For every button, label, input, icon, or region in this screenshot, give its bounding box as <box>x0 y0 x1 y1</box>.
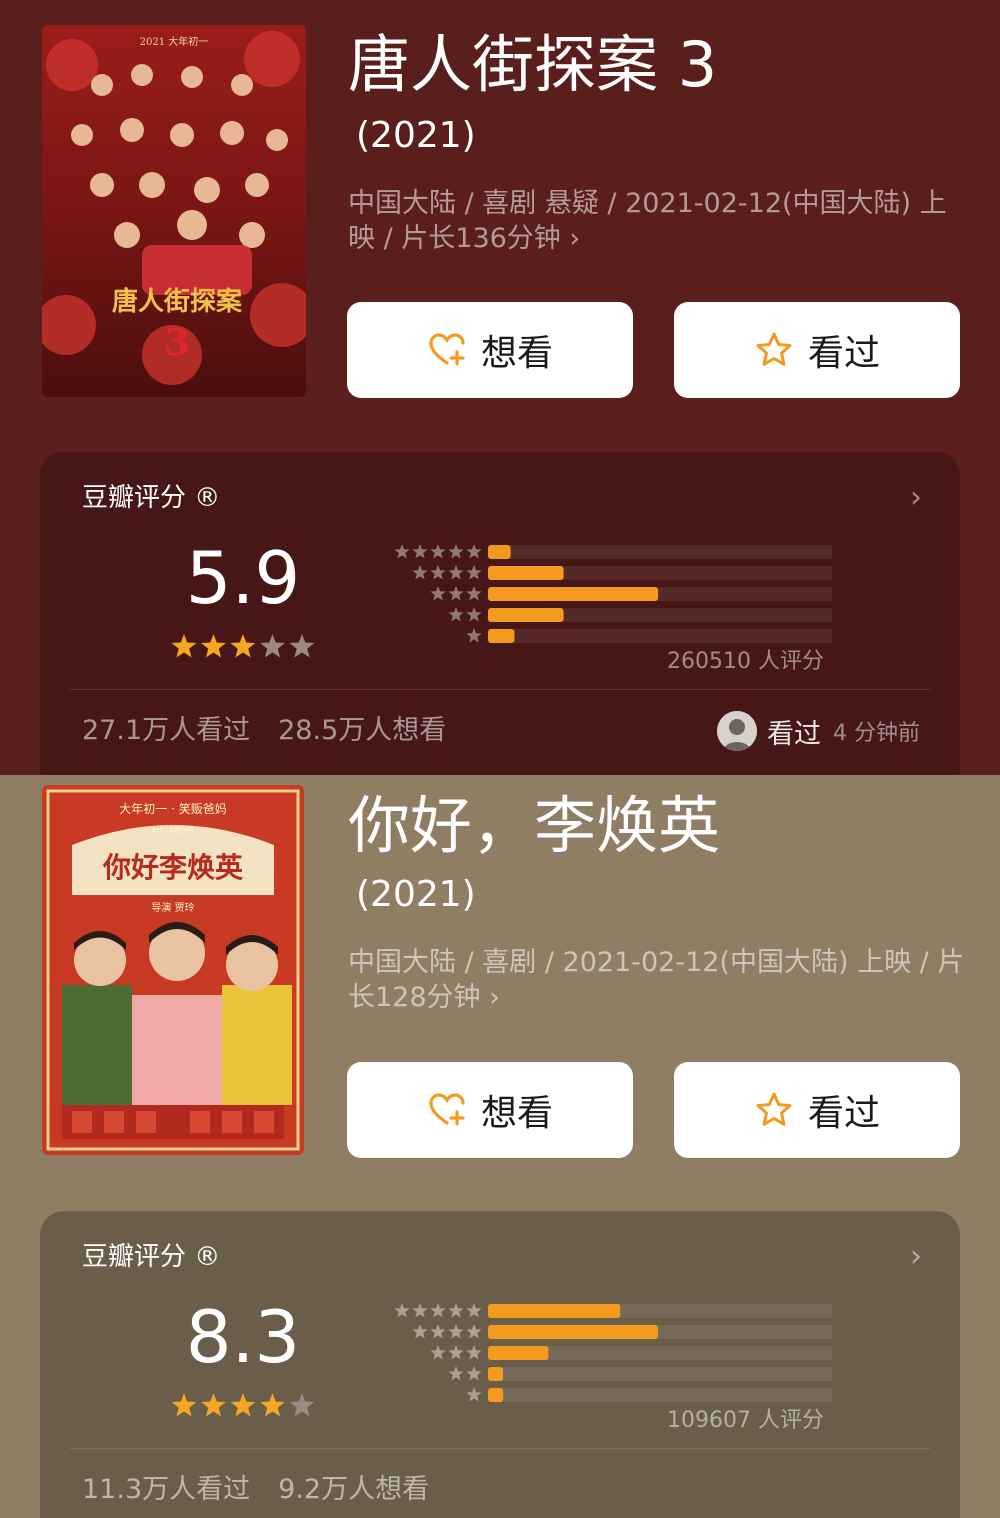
star-row-icon <box>394 1303 482 1318</box>
star-row-icon <box>466 628 482 643</box>
seen-label: 看过 <box>807 333 880 374</box>
rating-count: 260510 人评分 <box>667 649 824 674</box>
movie-poster[interactable]: 大年初一 · 笑贩爸妈 HI, MOM 你好李焕英 导演 贾玲 <box>42 785 304 1155</box>
svg-text:唐人街探案: 唐人街探案 <box>112 286 243 317</box>
avatar[interactable] <box>717 711 757 751</box>
rating-bar-track <box>488 1367 832 1381</box>
star-filled-icon <box>201 634 226 658</box>
heart-plus-icon <box>429 333 465 366</box>
chevron-right-icon[interactable]: › <box>910 1241 922 1273</box>
activity-label: 看过 <box>767 718 821 750</box>
rating-card[interactable]: 豆瓣评分 ® › 5.9 260510 人评分 27.1万人看过 28.5万人想看… <box>40 452 960 775</box>
svg-text:3: 3 <box>164 322 189 364</box>
friend-activity[interactable]: 看过 4 分钟前 <box>717 710 920 752</box>
rating-count: 109607 人评分 <box>667 1408 824 1433</box>
star-outline-icon <box>756 1092 792 1126</box>
rating-score: 5.9 <box>185 536 301 620</box>
want-label: 想看 <box>480 333 553 374</box>
svg-text:2021 大年初一: 2021 大年初一 <box>140 35 209 48</box>
star-empty-icon <box>289 634 315 658</box>
movie-title: 你好，李焕英 <box>348 789 721 862</box>
watched-count: 11.3万人看过 <box>82 1474 251 1505</box>
star-row-icon <box>430 586 482 601</box>
rating-bar <box>488 608 564 622</box>
star-empty-icon <box>289 1393 315 1417</box>
activity-time: 4 分钟前 <box>833 721 920 746</box>
movie-year: (2021) <box>356 874 476 915</box>
rating-stars <box>171 1393 315 1417</box>
want-to-watch-button[interactable]: 想看 <box>347 1062 633 1158</box>
star-row-icon <box>466 1387 482 1402</box>
rating-bar-track <box>488 629 832 643</box>
rating-stars <box>171 634 315 658</box>
movie-year: (2021) <box>356 115 476 156</box>
star-filled-icon <box>230 634 256 658</box>
star-row-icon <box>394 544 482 559</box>
star-row-icon <box>448 607 482 622</box>
rating-bar <box>488 587 659 601</box>
heart-plus-icon <box>429 1093 465 1126</box>
star-empty-icon <box>260 634 285 658</box>
rating-bar <box>488 1367 504 1381</box>
star-filled-icon <box>260 1393 285 1417</box>
watched-count: 27.1万人看过 <box>82 715 251 746</box>
movie-meta[interactable]: 中国大陆 / 喜剧 / 2021-02-12(中国大陆) 上映 / 片长128分… <box>348 945 968 1015</box>
rating-bar <box>488 1388 504 1402</box>
rating-bar-track <box>488 1388 832 1402</box>
watched-button[interactable]: 看过 <box>674 1062 960 1158</box>
star-row-icon <box>412 565 482 580</box>
movie-meta[interactable]: 中国大陆 / 喜剧 悬疑 / 2021-02-12(中国大陆) 上映 / 片长1… <box>348 186 968 256</box>
divider <box>70 689 930 690</box>
wish-count: 9.2万人想看 <box>278 1474 430 1505</box>
rating-bar <box>488 545 511 559</box>
movie-poster[interactable]: 2021 大年初一 唐人街探案 3 <box>42 25 306 397</box>
svg-text:HI, MOM: HI, MOM <box>152 825 194 836</box>
movie-title: 唐人街探案 3 <box>348 28 718 101</box>
svg-text:导演 贾玲: 导演 贾玲 <box>151 901 194 914</box>
star-filled-icon <box>201 1393 226 1417</box>
rating-bar <box>488 1346 549 1360</box>
seen-label: 看过 <box>807 1093 880 1134</box>
star-filled-icon <box>171 634 197 658</box>
rating-distribution <box>394 1303 832 1402</box>
want-label: 想看 <box>480 1093 553 1134</box>
star-row-icon <box>448 1366 482 1381</box>
rating-card-title: 豆瓣评分 ® <box>82 1242 221 1272</box>
movie-section-nihaolihuanying: 大年初一 · 笑贩爸妈 HI, MOM 你好李焕英 导演 贾玲 你好，李焕英 (… <box>0 775 1000 1518</box>
star-row-icon <box>412 1324 482 1339</box>
wish-count: 28.5万人想看 <box>278 715 447 746</box>
star-row-icon <box>430 1345 482 1360</box>
want-to-watch-button[interactable]: 想看 <box>347 302 633 398</box>
rating-score: 8.3 <box>185 1295 301 1379</box>
svg-text:大年初一 · 笑贩爸妈: 大年初一 · 笑贩爸妈 <box>119 801 226 816</box>
watch-stats: 11.3万人看过 9.2万人想看 <box>82 1473 429 1507</box>
rating-distribution <box>394 544 832 643</box>
star-filled-icon <box>230 1393 256 1417</box>
star-outline-icon <box>756 332 792 366</box>
watched-button[interactable]: 看过 <box>674 302 960 398</box>
svg-text:你好李焕英: 你好李焕英 <box>102 851 244 884</box>
rating-bar <box>488 1325 659 1339</box>
rating-card-title: 豆瓣评分 ® <box>82 483 221 513</box>
divider <box>70 1448 930 1449</box>
movie-section-tangrenjie: 2021 大年初一 唐人街探案 3 唐人街探案 3 (2021) 中国大陆 / … <box>0 0 1000 775</box>
rating-bar <box>488 1304 621 1318</box>
rating-bar-track <box>488 545 832 559</box>
chevron-right-icon[interactable]: › <box>910 482 922 514</box>
watch-stats: 27.1万人看过 28.5万人想看 <box>82 714 446 748</box>
rating-bar <box>488 566 564 580</box>
star-filled-icon <box>171 1393 197 1417</box>
rating-card[interactable]: 豆瓣评分 ® › 8.3 109607 人评分 11.3万人看过 9.2万人想看 <box>40 1211 960 1518</box>
rating-bar <box>488 629 515 643</box>
